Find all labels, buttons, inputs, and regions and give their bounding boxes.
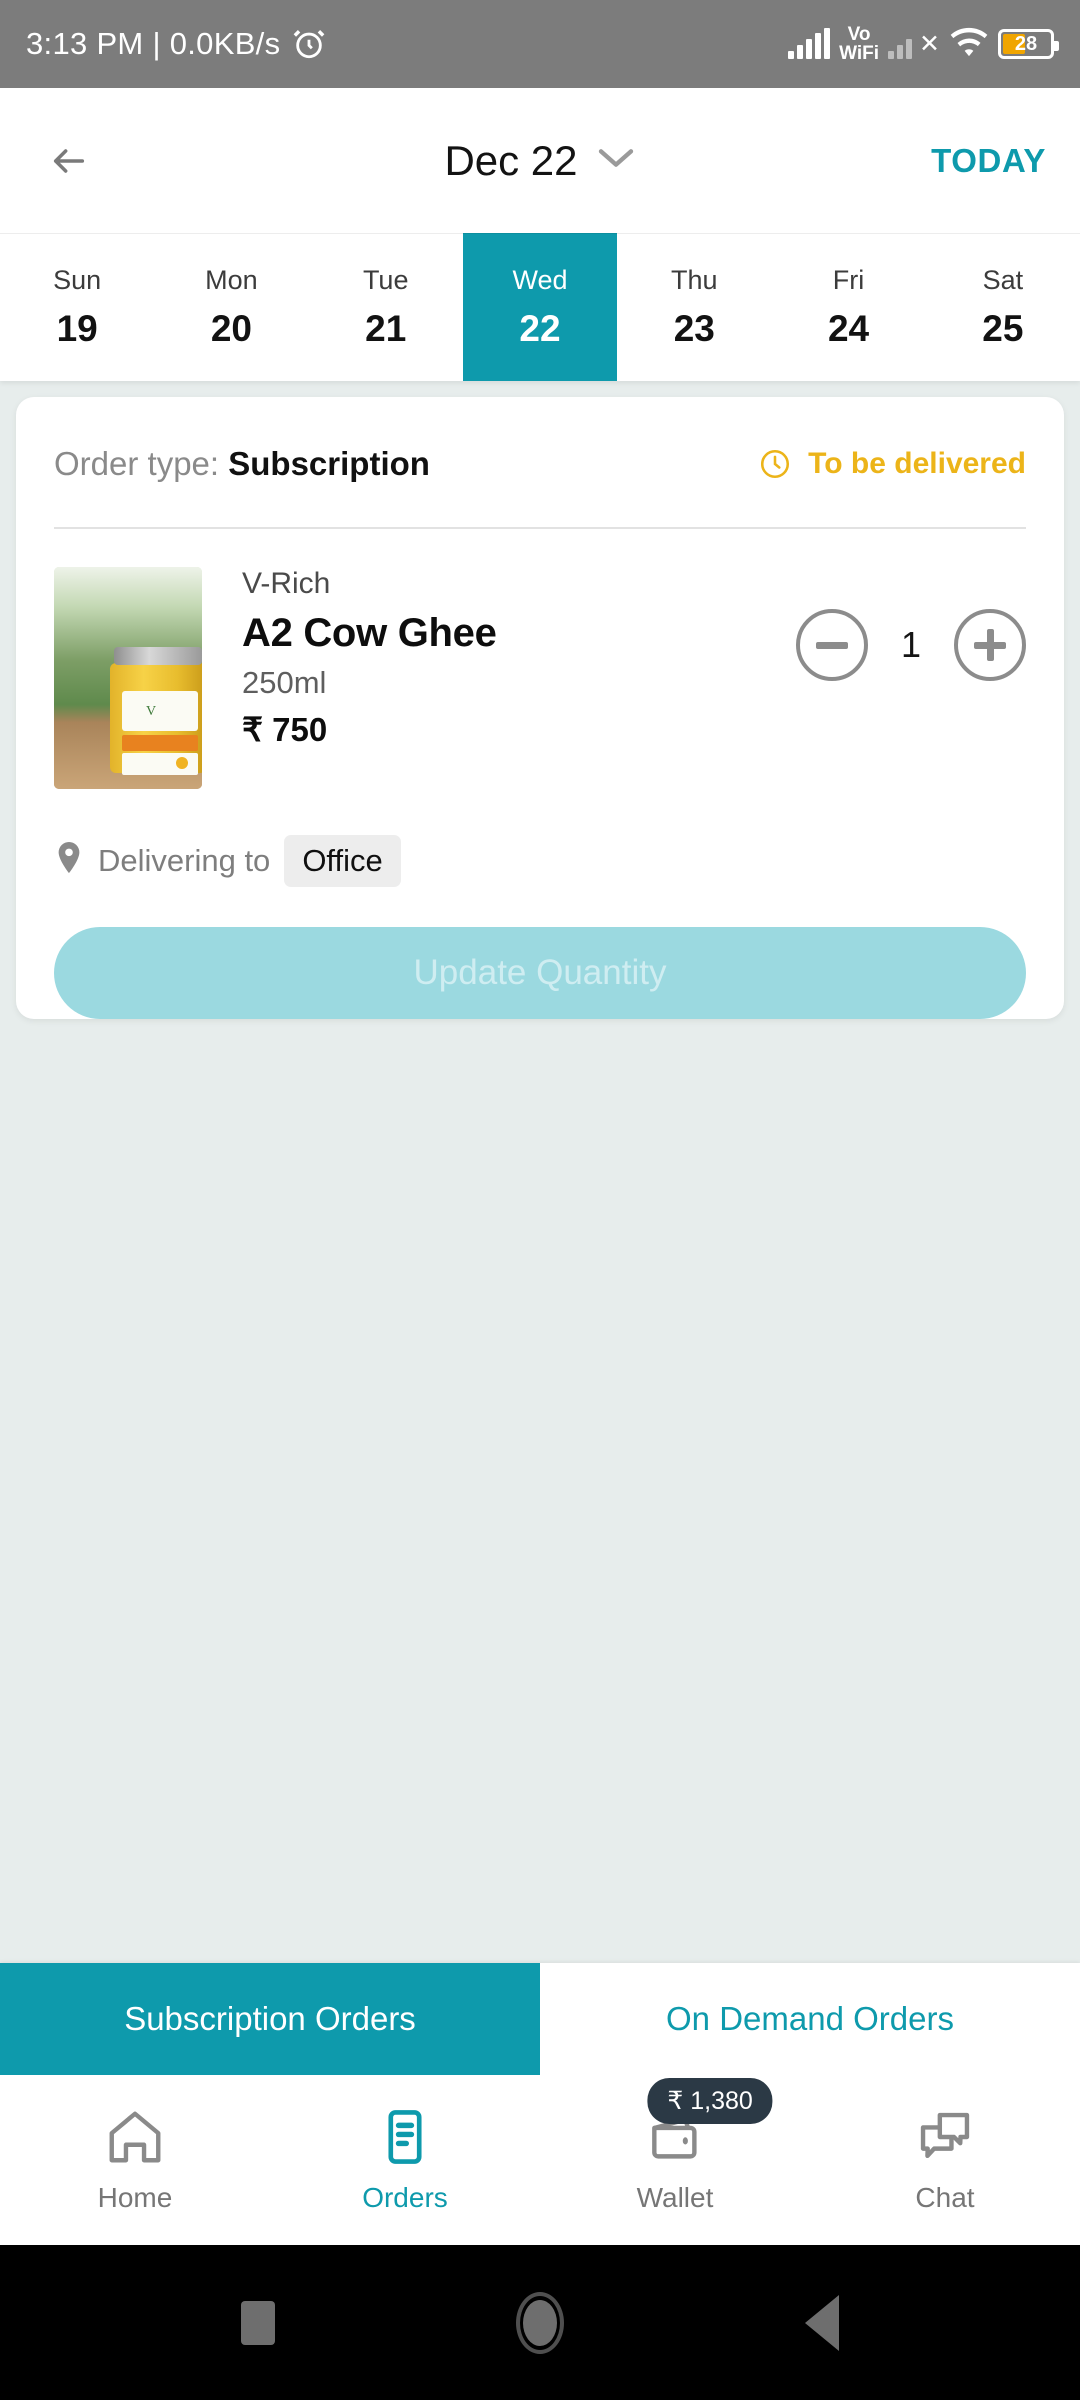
- android-system-nav: [0, 2245, 1080, 2400]
- week-day-sun[interactable]: Sun 19: [0, 233, 154, 381]
- signal-bars-sim1-icon: [788, 28, 831, 59]
- week-day-name: Sat: [982, 264, 1024, 295]
- tab-on-demand-orders[interactable]: On Demand Orders: [540, 1963, 1080, 2075]
- nav-label-chat: Chat: [915, 2182, 975, 2213]
- order-type: Order type: Subscription: [54, 445, 430, 483]
- week-day-thu[interactable]: Thu 23: [617, 233, 771, 381]
- week-day-number: 23: [673, 307, 715, 349]
- product-name: A2 Cow Ghee: [242, 611, 497, 655]
- week-day-name: Sun: [53, 264, 102, 295]
- nav-item-orders[interactable]: Orders: [270, 2106, 540, 2214]
- week-day-name: Wed: [512, 264, 568, 295]
- order-type-label: Order type:: [54, 445, 220, 482]
- week-day-name: Tue: [362, 264, 409, 295]
- week-day-tue[interactable]: Tue 21: [309, 233, 463, 381]
- week-date-strip: Sun 19 Mon 20 Tue 21 Wed 22 Thu 23 Fri 2…: [0, 233, 1080, 381]
- location-pin-icon: [58, 842, 80, 874]
- circle-home-icon[interactable]: [515, 2291, 564, 2354]
- order-card: Order type: Subscription To be delivered: [16, 397, 1064, 1019]
- week-day-mon[interactable]: Mon 20: [154, 233, 308, 381]
- quantity-value: 1: [900, 624, 922, 665]
- nav-item-home[interactable]: Home: [0, 2106, 270, 2214]
- status-time-and-speed: 3:13 PM | 0.0KB/s: [26, 26, 281, 61]
- today-button[interactable]: TODAY: [931, 142, 1046, 180]
- a2-cow-ghee-jar-image: V: [54, 567, 202, 789]
- wifi-icon: [949, 27, 989, 62]
- status-badge: To be delivered: [758, 447, 1026, 481]
- product-size: 250ml: [242, 665, 327, 700]
- week-day-number: 19: [56, 307, 98, 349]
- update-quantity-button[interactable]: Update Quantity: [54, 927, 1026, 1019]
- nav-label-orders: Orders: [362, 2182, 448, 2213]
- product-details: V-Rich A2 Cow Ghee 250ml ₹ 750: [202, 567, 796, 749]
- nav-label-wallet: Wallet: [636, 2182, 714, 2213]
- week-day-number: 25: [982, 307, 1024, 349]
- delivery-label: Delivering to: [98, 843, 271, 878]
- orders-document-icon: [388, 2110, 422, 2164]
- order-item-row: V V-Rich A2 Cow Ghee 250ml ₹ 750 1: [54, 529, 1026, 789]
- app-screen: 3:13 PM | 0.0KB/s Vo WiFi ✕ 28 Dec 22 TO…: [0, 0, 1080, 2400]
- delivery-address-row: Delivering to Office: [54, 789, 1026, 887]
- alarm-icon: [292, 27, 326, 61]
- week-day-wed-selected[interactable]: Wed 22: [462, 233, 618, 381]
- date-selector[interactable]: Dec 22: [0, 137, 1080, 185]
- nav-label-home: Home: [97, 2182, 173, 2213]
- triangle-back-icon[interactable]: [805, 2294, 840, 2351]
- product-image: V: [54, 567, 202, 789]
- svg-text:V: V: [146, 704, 156, 719]
- order-type-tabs: Subscription Orders On Demand Orders: [0, 1963, 1080, 2075]
- tab-subscription-orders[interactable]: Subscription Orders: [0, 1963, 540, 2075]
- signal-bars-sim2-icon: [888, 29, 913, 59]
- back-button[interactable]: [34, 126, 104, 196]
- orders-content: Order type: Subscription To be delivered: [0, 381, 1080, 1963]
- chat-bubbles-icon: [920, 2112, 970, 2159]
- order-type-value: Subscription: [228, 445, 430, 482]
- bottom-navigation: Home Orders ₹ 1,380 Wallet Chat: [0, 2075, 1080, 2245]
- app-header: Dec 22 TODAY: [0, 88, 1080, 233]
- product-price: ₹ 750: [242, 711, 328, 748]
- page-title: Dec 22: [444, 136, 578, 184]
- week-day-number: 22: [519, 307, 561, 349]
- nav-item-chat[interactable]: Chat: [810, 2106, 1080, 2214]
- square-recents-icon[interactable]: [240, 2300, 275, 2345]
- increase-quantity-button[interactable]: [954, 609, 1026, 681]
- status-bar-right: Vo WiFi ✕ 28: [788, 24, 1059, 64]
- status-bar: 3:13 PM | 0.0KB/s Vo WiFi ✕ 28: [0, 0, 1080, 88]
- week-day-sat[interactable]: Sat 25: [926, 233, 1080, 381]
- status-text: To be delivered: [808, 447, 1026, 480]
- week-day-name: Thu: [671, 264, 718, 295]
- home-icon: [109, 2111, 161, 2163]
- week-day-name: Fri: [832, 264, 865, 295]
- chevron-down-icon[interactable]: [596, 145, 636, 176]
- delivery-address-chip[interactable]: Office: [284, 835, 401, 887]
- status-bar-left: 3:13 PM | 0.0KB/s: [26, 26, 326, 62]
- quantity-stepper: 1: [796, 567, 1026, 681]
- week-day-fri[interactable]: Fri 24: [771, 233, 925, 381]
- wallet-balance-badge: ₹ 1,380: [647, 2078, 773, 2124]
- week-day-name: Mon: [205, 264, 258, 295]
- battery-icon: 28: [998, 29, 1059, 59]
- back-arrow-icon: [53, 148, 85, 173]
- vowifi-indicator: Vo WiFi: [839, 24, 880, 64]
- order-card-header: Order type: Subscription To be delivered: [54, 397, 1026, 529]
- no-service-x-icon: ✕: [919, 30, 940, 58]
- week-day-number: 21: [365, 307, 407, 349]
- week-day-number: 20: [210, 307, 252, 349]
- decrease-quantity-button[interactable]: [796, 609, 868, 681]
- clock-icon: [761, 449, 790, 479]
- week-day-number: 24: [827, 307, 870, 349]
- product-brand: V-Rich: [242, 567, 331, 600]
- nav-item-wallet[interactable]: ₹ 1,380 Wallet: [540, 2078, 810, 2214]
